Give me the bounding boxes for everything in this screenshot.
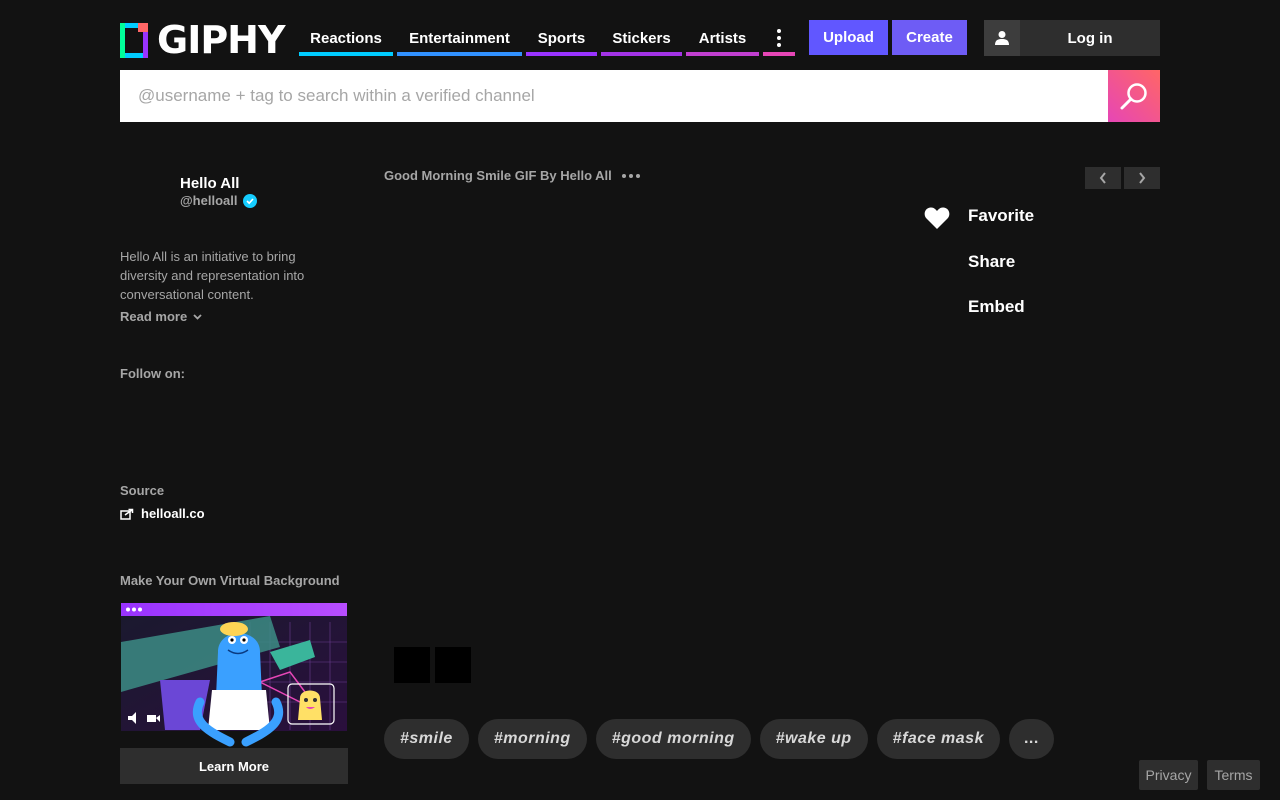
- external-link-icon: [120, 508, 134, 520]
- logo-text: GIPHY: [157, 18, 285, 62]
- virtual-background-illustration: [121, 603, 347, 747]
- nav-underline: [601, 52, 682, 56]
- follow-on-label: Follow on:: [120, 366, 185, 381]
- favorite-button[interactable]: Favorite: [968, 206, 1034, 226]
- nav-more-button[interactable]: [763, 20, 795, 56]
- user-icon: [984, 20, 1020, 56]
- nav-item-reactions[interactable]: Reactions: [299, 20, 393, 56]
- virtual-background-promo[interactable]: [120, 602, 348, 747]
- learn-more-button[interactable]: Learn More: [120, 748, 348, 784]
- nav-underline: [763, 52, 795, 56]
- nav-item-entertainment[interactable]: Entertainment: [397, 20, 522, 56]
- heart-icon[interactable]: [924, 206, 950, 230]
- tag-smile[interactable]: #smile: [384, 719, 469, 759]
- upload-button[interactable]: Upload: [809, 20, 888, 55]
- channel-name[interactable]: Hello All: [180, 175, 239, 192]
- terms-link[interactable]: Terms: [1207, 760, 1260, 790]
- tag-morning[interactable]: #morning: [477, 719, 587, 759]
- chevron-left-icon: [1099, 172, 1106, 184]
- nav-underline: [299, 52, 393, 56]
- source-link[interactable]: helloall.co: [120, 506, 205, 521]
- nav-underline: [686, 52, 759, 56]
- gif-title-row: Good Morning Smile GIF By Hello All: [384, 168, 640, 183]
- search-bar: [120, 70, 1160, 122]
- create-button[interactable]: Create: [892, 20, 967, 55]
- embed-button[interactable]: Embed: [968, 297, 1025, 317]
- gif-title: Good Morning Smile GIF By Hello All: [384, 168, 612, 183]
- read-more-label: Read more: [120, 309, 188, 324]
- tag-list: #smile #morning #good morning #wake up #…: [384, 719, 1054, 759]
- source-link-text: helloall.co: [141, 506, 205, 521]
- search-button[interactable]: [1108, 70, 1160, 122]
- nav-underline: [526, 52, 597, 56]
- giphy-logo[interactable]: GIPHY: [120, 18, 285, 62]
- source-label: Source: [120, 483, 165, 498]
- more-options-icon[interactable]: [621, 173, 640, 178]
- page: GIPHY Reactions Entertainment Sports Sti…: [0, 0, 1280, 800]
- previous-gif-button[interactable]: [1085, 167, 1121, 189]
- nav-label: Sports: [537, 29, 586, 47]
- tag-wake-up[interactable]: #wake up: [759, 719, 868, 759]
- next-gif-button[interactable]: [1124, 167, 1160, 189]
- chevron-down-icon: [193, 313, 202, 320]
- more-tags-button[interactable]: ...: [1008, 719, 1054, 759]
- search-icon: [1120, 83, 1147, 110]
- vertical-dots-icon: [777, 29, 781, 47]
- channel-handle: @helloall: [180, 193, 238, 208]
- channel-bio: Hello All is an initiative to bring dive…: [120, 249, 305, 302]
- nav-label: Entertainment: [409, 29, 510, 47]
- gif-thumbnail[interactable]: [435, 647, 471, 683]
- login-label: Log in: [1067, 29, 1113, 47]
- tag-good-morning[interactable]: #good morning: [595, 719, 751, 759]
- read-more-button[interactable]: Read more: [120, 309, 202, 324]
- nav-underline: [397, 52, 522, 56]
- nav-item-stickers[interactable]: Stickers: [601, 20, 682, 56]
- login-button[interactable]: Log in: [984, 20, 1160, 56]
- verified-badge-icon: [243, 193, 258, 208]
- nav-label: Reactions: [310, 29, 382, 47]
- search-input[interactable]: [120, 70, 1108, 122]
- main-nav: Reactions Entertainment Sports Stickers …: [299, 20, 799, 56]
- nav-item-sports[interactable]: Sports: [526, 20, 597, 56]
- chevron-right-icon: [1139, 172, 1146, 184]
- tag-face-mask[interactable]: #face mask: [876, 719, 1000, 759]
- nav-item-artists[interactable]: Artists: [686, 20, 759, 56]
- nav-label: Artists: [698, 29, 747, 47]
- virtual-background-title: Make Your Own Virtual Background: [120, 573, 340, 588]
- nav-label: Stickers: [612, 29, 671, 47]
- channel-handle-row[interactable]: @helloall: [180, 193, 258, 208]
- giphy-logo-mark-icon: [120, 22, 148, 58]
- share-button[interactable]: Share: [968, 252, 1015, 272]
- gif-thumbnail[interactable]: [394, 647, 430, 683]
- privacy-link[interactable]: Privacy: [1139, 760, 1198, 790]
